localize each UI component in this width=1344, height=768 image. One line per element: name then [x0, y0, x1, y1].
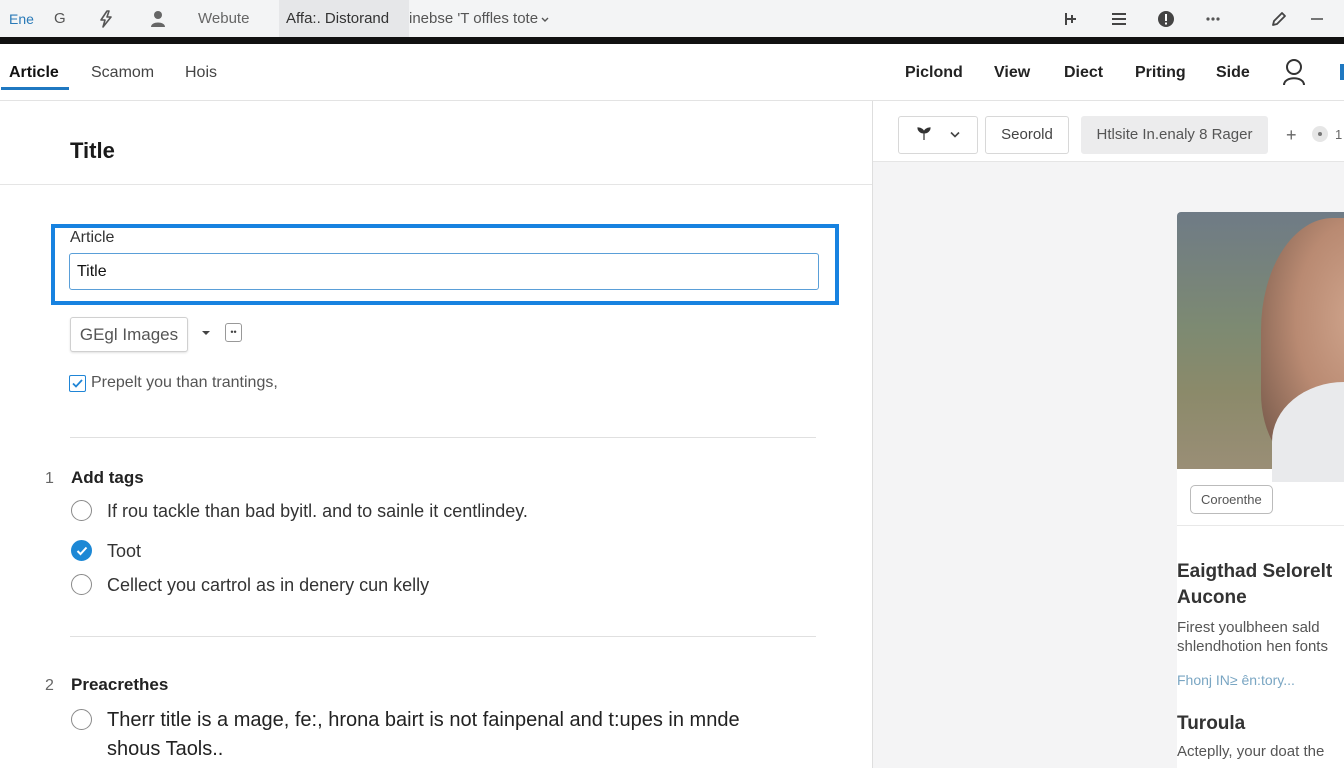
card-excerpt-2: Acteplly, your doat the [1177, 743, 1325, 760]
title-divider [0, 184, 872, 185]
preference-checkbox-row[interactable]: Prepelt you than trantings, [69, 374, 278, 392]
preview-toolbar: Seorold Htlsite In.enaly 8 Rager + 1 [873, 101, 1344, 162]
browser-brand[interactable]: Ene [9, 0, 34, 37]
more-icon[interactable] [1205, 0, 1221, 37]
tab-rest-text: inebse 'T offles tote [409, 10, 539, 27]
browser-bar: Ene G Webute Affa:. Distorand inebse 'T … [0, 0, 1344, 37]
radio-option-label: Therr title is a mage, fe:, hrona bairt … [107, 709, 740, 760]
more-options-button[interactable]: •• [225, 323, 242, 342]
card-excerpt: Firest youlbheen sald shlendhotion hen f… [1177, 619, 1328, 655]
minimize-icon[interactable] [1310, 0, 1324, 37]
preview-pane: Seorold Htlsite In.enaly 8 Rager + 1 Cor… [873, 101, 1344, 768]
radio-option-label: Toot [107, 541, 142, 561]
section-divider [70, 437, 816, 438]
split-icon[interactable] [1062, 0, 1080, 37]
preview-page-select[interactable]: Htlsite In.enaly 8 Rager [1081, 116, 1268, 154]
account-icon[interactable] [1282, 58, 1306, 86]
editor-nav: Article Scamom Hois Piclond View Diect P… [0, 44, 1344, 101]
bolt-icon[interactable] [96, 0, 116, 37]
edit-icon[interactable] [1270, 0, 1288, 37]
header-divider [0, 37, 1344, 44]
nav-side[interactable]: Side [1216, 44, 1250, 101]
radio-button[interactable] [71, 709, 92, 730]
section-heading-preacrethes: Preacrethes [71, 675, 169, 694]
section-heading-add-tags: Add tags [71, 468, 144, 487]
preview-count: 1 [1335, 127, 1343, 142]
preview-second-button[interactable]: Seorold [985, 116, 1069, 154]
radio-button-selected[interactable] [71, 540, 92, 561]
card-subheading: Turoula [1177, 713, 1246, 734]
card-headline: Eaigthad Selorelt Aucone [1177, 561, 1333, 608]
chevron-down-icon [950, 131, 960, 138]
category-chip[interactable]: Coroenthe [1190, 485, 1273, 514]
add-icon[interactable]: + [1286, 116, 1297, 154]
preview-zoom-dot[interactable] [1311, 116, 1329, 154]
menu-icon[interactable] [1111, 0, 1127, 37]
nav-priting[interactable]: Priting [1135, 44, 1186, 101]
images-button[interactable]: GEgl Images [70, 317, 188, 352]
nav-diect[interactable]: Diect [1064, 44, 1103, 101]
radio-option[interactable]: Therr title is a mage, fe:, hrona bairt … [71, 706, 767, 764]
page-title: Title [70, 138, 115, 163]
radio-button[interactable] [71, 574, 92, 595]
hero-image [1177, 212, 1344, 482]
section-number: 2 [45, 677, 54, 694]
images-dropdown-caret[interactable] [201, 325, 211, 339]
radio-option-label: Cellect you cartrol as in denery cun kel… [107, 575, 430, 595]
nav-edge-marker [1340, 64, 1344, 80]
tab-article[interactable]: Article [9, 44, 59, 101]
radio-button[interactable] [71, 500, 92, 521]
preference-checkbox-label: Prepelt you than trantings, [91, 374, 278, 391]
person-icon[interactable] [150, 0, 166, 37]
nav-piclond[interactable]: Piclond [905, 44, 963, 101]
title-input[interactable] [69, 253, 819, 290]
tab-overflow-label[interactable]: inebse 'T offles tote [409, 0, 550, 37]
article-field-label: Article [70, 229, 115, 246]
active-browser-tab[interactable]: Affa:. Distorand [279, 0, 409, 37]
card-link[interactable]: Fhonj IN≥ ên:tory... [1177, 672, 1295, 688]
check-icon [72, 378, 83, 388]
radio-option[interactable]: Cellect you cartrol as in denery cun kel… [71, 574, 429, 597]
website-tab[interactable]: Webute [198, 0, 249, 37]
nav-view[interactable]: View [994, 44, 1030, 101]
g-button[interactable]: G [54, 0, 66, 37]
device-select-button[interactable] [898, 116, 978, 154]
active-tab-indicator [1, 87, 69, 90]
article-preview-card[interactable]: Coroenthe Eaigthad Selorelt Aucone Fires… [1177, 212, 1344, 768]
section-divider [70, 636, 816, 637]
radio-option[interactable]: If rou tackle than bad byitl. and to sai… [71, 500, 528, 523]
radio-option[interactable]: Toot [71, 540, 141, 563]
caret-down-icon [202, 331, 210, 335]
chevron-down-icon [541, 17, 549, 22]
card-divider [1177, 525, 1344, 526]
preference-checkbox[interactable] [69, 374, 86, 392]
record-icon [1312, 126, 1328, 142]
article-editor: Title Article GEgl Images •• Prepelt you… [0, 101, 872, 768]
radio-option-label: If rou tackle than bad byitl. and to sai… [107, 501, 528, 521]
tab-hois[interactable]: Hois [185, 44, 217, 101]
info-icon[interactable] [1157, 0, 1175, 37]
section-number: 1 [45, 470, 54, 487]
tab-scamom[interactable]: Scamom [91, 44, 154, 101]
check-icon [76, 546, 87, 555]
plant-icon [917, 127, 931, 140]
